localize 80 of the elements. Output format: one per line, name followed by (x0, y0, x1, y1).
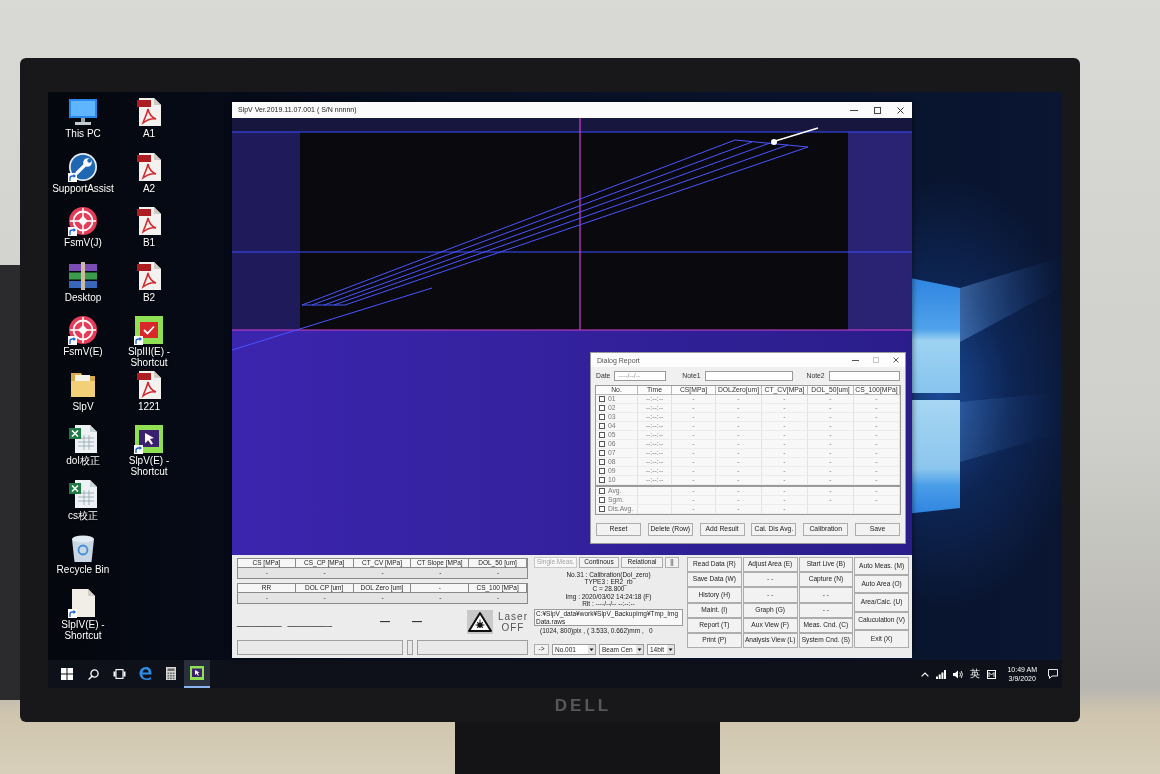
monitor-icon[interactable] (69, 98, 97, 126)
desktop-icon-label[interactable]: SlpV (72, 400, 94, 412)
monitor-logo: DELL (554, 696, 612, 714)
row-checkbox[interactable] (599, 477, 605, 483)
readout-text: ________ (237, 616, 282, 628)
pdf-file-icon[interactable] (135, 152, 163, 181)
row-checkbox[interactable] (599, 450, 605, 456)
desktop-icon-label[interactable]: B2 (142, 291, 156, 303)
desktop-icon-label[interactable]: SlpV(E) - Shortcut (116, 455, 182, 477)
pdf-file-icon[interactable] (135, 98, 163, 126)
blank-document-icon[interactable] (69, 588, 97, 617)
search-icon[interactable] (87, 668, 99, 680)
desktop-icon-label[interactable]: cs校正 (68, 509, 98, 521)
desktop-icon-label[interactable]: Recycle Bin (56, 564, 110, 575)
row-checkbox[interactable] (599, 423, 605, 429)
stacked-books-icon[interactable] (69, 261, 97, 290)
close-icon[interactable] (893, 357, 899, 363)
chevron-up-icon[interactable] (921, 671, 930, 677)
desktop-icon-label[interactable]: SupportAssist (52, 182, 114, 194)
desktop-icon-label[interactable]: dol校正 (66, 455, 100, 466)
status-field (407, 640, 413, 655)
calculator-icon[interactable] (166, 666, 176, 680)
taskbar-button[interactable] (184, 660, 210, 688)
row-checkbox[interactable] (599, 468, 605, 474)
row-checkbox[interactable] (599, 497, 605, 503)
cursor-tile-icon[interactable] (135, 425, 163, 453)
desktop-icon-label[interactable]: SlpIII(E) - Shortcut (116, 346, 182, 368)
recycle-bin-icon[interactable] (69, 534, 97, 562)
folder-icon[interactable] (69, 370, 97, 399)
desktop-icon-label[interactable]: B1 (142, 237, 156, 248)
crosshair-target-icon[interactable] (69, 316, 97, 344)
start-icon[interactable] (61, 668, 73, 680)
spreadsheet-icon[interactable] (69, 479, 97, 508)
notification-icon[interactable] (1048, 669, 1058, 679)
row-checkbox[interactable] (599, 396, 605, 402)
minimize-icon[interactable] (852, 359, 859, 361)
maximize-icon (873, 357, 879, 363)
row-checkbox[interactable] (599, 506, 605, 512)
dropdown-arrow-icon[interactable] (588, 645, 595, 654)
spreadsheet-icon[interactable] (69, 425, 97, 453)
desktop-icon-label[interactable]: A2 (142, 182, 156, 194)
desktop-icon-label[interactable]: This PC (65, 128, 101, 139)
maximize-icon[interactable] (874, 106, 881, 114)
dropdown-arrow-icon[interactable] (667, 645, 674, 654)
desktop-icon-label[interactable]: FsmV(E) (63, 346, 103, 357)
desktop-icon-label[interactable]: 1221 (137, 400, 161, 412)
desktop-icon-label[interactable]: Desktop (64, 291, 102, 303)
dropdown-arrow-icon[interactable] (636, 645, 643, 654)
laser-label: Laser (498, 611, 528, 622)
row-checkbox[interactable] (599, 405, 605, 411)
volume-icon[interactable] (953, 669, 964, 679)
row-checkbox[interactable] (599, 432, 605, 438)
pdf-file-icon[interactable] (135, 207, 163, 235)
cursor-tile-icon[interactable] (190, 666, 204, 680)
close-icon[interactable] (897, 106, 904, 114)
crosshair-target-icon[interactable] (69, 207, 97, 235)
pdf-file-icon[interactable] (135, 261, 163, 290)
readout-text: — (380, 616, 390, 628)
desktop-icon-label[interactable]: FsmV(J) (64, 237, 102, 248)
readout-text: — (412, 616, 422, 628)
tray-language-text[interactable]: 英 (970, 669, 981, 679)
row-checkbox[interactable] (599, 459, 605, 465)
note-field[interactable] (704, 371, 793, 381)
desktop-icon-label[interactable]: A1 (142, 128, 156, 139)
row-checkbox[interactable] (599, 441, 605, 447)
check-tile-icon[interactable] (135, 316, 163, 344)
row-checkbox[interactable] (599, 488, 605, 494)
laser-state: OFF (501, 622, 525, 633)
row-checkbox[interactable] (599, 414, 605, 420)
laser-warning-icon (467, 610, 493, 634)
wrench-icon[interactable] (69, 152, 97, 181)
minimize-icon[interactable] (850, 109, 858, 111)
note-field[interactable] (828, 371, 900, 381)
pdf-file-icon[interactable] (135, 370, 163, 399)
signal-bars-icon[interactable] (936, 669, 947, 679)
browser-icon[interactable] (138, 666, 152, 680)
readout-text: ________ (287, 616, 332, 628)
task-view-icon[interactable] (112, 669, 126, 679)
desktop-icon-label[interactable]: SlpIV(E) - Shortcut (50, 618, 116, 641)
input-method-icon[interactable] (987, 669, 997, 679)
